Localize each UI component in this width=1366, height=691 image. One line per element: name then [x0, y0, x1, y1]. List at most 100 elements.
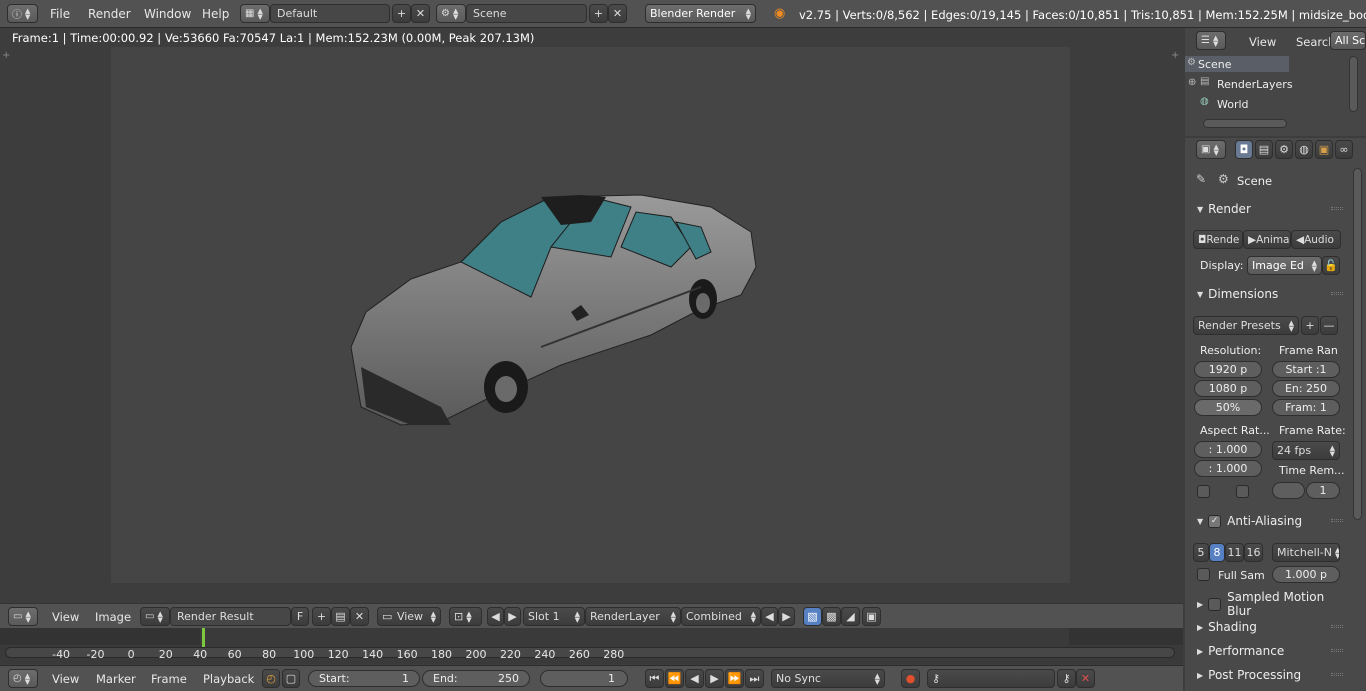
image-menu[interactable]: Image: [95, 610, 131, 624]
add-layout-button[interactable]: +: [392, 4, 411, 23]
frame-end-field[interactable]: En: 250: [1272, 380, 1340, 397]
jump-start-icon[interactable]: ⏮: [645, 669, 664, 688]
resolution-percentage-slider[interactable]: 50%: [1194, 399, 1262, 416]
drag-grip-icon[interactable]: [1331, 649, 1343, 652]
slot-select[interactable]: Slot 1 ▲ ▼: [523, 607, 585, 626]
outliner-item-world[interactable]: World: [1217, 98, 1249, 111]
current-frame-field[interactable]: 1: [540, 670, 628, 687]
next-keyframe-icon[interactable]: ⏩: [725, 669, 744, 688]
sync-mode-select[interactable]: No Sync ▲ ▼: [771, 669, 885, 688]
outliner-h-scrollbar[interactable]: [1203, 119, 1287, 128]
play-reverse-icon[interactable]: ◀: [685, 669, 704, 688]
insert-keyframe-button[interactable]: ⚷: [1057, 669, 1076, 688]
timeline-scrollbar[interactable]: [5, 647, 1175, 658]
aa-samples-8[interactable]: 8: [1209, 543, 1225, 562]
scene-icon-button[interactable]: ⚙ ▲ ▼: [436, 4, 466, 23]
aa-samples-5[interactable]: 5: [1193, 543, 1209, 562]
render-audio-button[interactable]: ◀ Audio: [1291, 230, 1341, 249]
timeline-view-menu[interactable]: View: [52, 672, 79, 686]
timeline-playback-menu[interactable]: Playback: [203, 672, 254, 686]
frame-start-field[interactable]: Start :1: [1272, 361, 1340, 378]
time-remap-old-field[interactable]: [1272, 482, 1305, 499]
lock-range-button[interactable]: ▢: [282, 669, 300, 688]
performance-panel-header[interactable]: ▶ Performance: [1185, 640, 1351, 662]
menu-help[interactable]: Help: [202, 7, 229, 21]
constraints-tab-icon[interactable]: ∞: [1335, 140, 1353, 159]
render-pass-select[interactable]: Combined ▲ ▼: [681, 607, 761, 626]
resolution-x-field[interactable]: 1920 p: [1194, 361, 1262, 378]
aspect-x-field[interactable]: : 1.000: [1194, 441, 1262, 458]
frame-start-field[interactable]: Start: 1: [308, 670, 420, 687]
menu-file[interactable]: File: [50, 7, 70, 21]
timeline-playhead[interactable]: [202, 628, 205, 647]
lock-interface-button[interactable]: 🔓: [1322, 256, 1340, 275]
preview-range-button[interactable]: ◴: [262, 669, 280, 688]
pivot-select[interactable]: ⊡ ▲ ▼: [449, 607, 482, 626]
view-toggle-button[interactable]: ▣: [862, 607, 881, 626]
render-presets-select[interactable]: Render Presets ▲ ▼: [1193, 316, 1299, 335]
keying-set-field[interactable]: ⚷: [927, 669, 1055, 688]
remove-preset-button[interactable]: —: [1320, 316, 1338, 335]
outliner-editor-type-button[interactable]: ☰ ▲ ▼: [1196, 31, 1226, 50]
aa-samples-16[interactable]: 16: [1244, 543, 1263, 562]
scene-field[interactable]: Scene: [466, 4, 587, 23]
render-layer-select[interactable]: RenderLayer ▲ ▼: [585, 607, 681, 626]
drag-grip-icon[interactable]: [1331, 519, 1343, 522]
next-pass-button[interactable]: ▶: [778, 607, 795, 626]
world-tab-icon[interactable]: ◍: [1295, 140, 1313, 159]
render-panel-header[interactable]: ▼ Render: [1185, 198, 1351, 220]
unlink-image-button[interactable]: ✕: [350, 607, 369, 626]
outliner-item-scene[interactable]: Scene: [1198, 58, 1232, 71]
time-remap-new-field[interactable]: 1: [1306, 482, 1340, 499]
drag-grip-icon[interactable]: [1331, 292, 1343, 295]
fake-user-button[interactable]: F: [291, 607, 309, 626]
image-view-menu[interactable]: View: [52, 610, 79, 624]
render-tab-camera-icon[interactable]: ◘: [1235, 140, 1253, 159]
render-engine-select[interactable]: Blender Render ▲ ▼: [645, 4, 756, 23]
remove-layout-button[interactable]: ✕: [411, 4, 430, 23]
render-image-button[interactable]: ◘ Rende: [1193, 230, 1243, 249]
remove-scene-button[interactable]: ✕: [608, 4, 627, 23]
aa-filter-select[interactable]: Mitchell-N ▲ ▼: [1272, 543, 1340, 562]
dimensions-panel-header[interactable]: ▼ Dimensions: [1185, 283, 1351, 305]
add-preset-button[interactable]: +: [1301, 316, 1319, 335]
menu-window[interactable]: Window: [144, 7, 191, 21]
draw-zbuffer-button[interactable]: ◢: [841, 607, 860, 626]
add-scene-button[interactable]: +: [589, 4, 608, 23]
full-sample-checkbox[interactable]: [1197, 568, 1210, 581]
border-checkbox[interactable]: [1197, 485, 1210, 498]
render-layers-tab-icon[interactable]: ▤: [1255, 140, 1273, 159]
drag-grip-icon[interactable]: [1331, 625, 1343, 628]
frame-step-field[interactable]: Fram: 1: [1272, 399, 1340, 416]
resolution-y-field[interactable]: 1080 p: [1194, 380, 1262, 397]
motion-blur-checkbox[interactable]: [1208, 597, 1222, 611]
outliner-view-menu[interactable]: View: [1249, 35, 1276, 49]
frame-rate-select[interactable]: 24 fps ▲ ▼: [1272, 441, 1340, 460]
drag-grip-icon[interactable]: [1331, 207, 1343, 210]
properties-scrollbar[interactable]: [1353, 168, 1362, 520]
frame-end-field[interactable]: End: 250: [422, 670, 530, 687]
post-processing-panel-header[interactable]: ▶ Post Processing: [1185, 664, 1351, 686]
new-image-button[interactable]: +: [312, 607, 331, 626]
crop-checkbox[interactable]: [1236, 485, 1249, 498]
browse-image-button[interactable]: ▭ ▲ ▼: [140, 607, 170, 626]
outliner-v-scrollbar[interactable]: [1349, 56, 1358, 112]
next-slot-button[interactable]: ▶: [504, 607, 521, 626]
timeline-marker-menu[interactable]: Marker: [96, 672, 136, 686]
display-select[interactable]: Image Ed ▲ ▼: [1247, 256, 1322, 275]
antialiasing-panel-header[interactable]: ▼ ✓ Anti-Aliasing: [1185, 510, 1351, 532]
area-split-icon[interactable]: +: [1171, 50, 1179, 61]
menu-render[interactable]: Render: [88, 7, 131, 21]
editor-type-info-button[interactable]: ⓘ ▲ ▼: [7, 4, 38, 23]
drag-grip-icon[interactable]: [1331, 673, 1343, 676]
aa-samples-11[interactable]: 11: [1225, 543, 1244, 562]
view-mode-select[interactable]: ▭ View ▲ ▼: [377, 607, 441, 626]
prev-keyframe-icon[interactable]: ⏪: [665, 669, 684, 688]
expand-icon[interactable]: ⊕: [1188, 77, 1196, 88]
motion-blur-panel-header[interactable]: ▶ Sampled Motion Blur: [1185, 590, 1351, 618]
object-tab-icon[interactable]: ▣: [1315, 140, 1333, 159]
delete-keyframe-button[interactable]: ✕: [1076, 669, 1095, 688]
scene-tab-icon[interactable]: ⚙: [1275, 140, 1293, 159]
prev-slot-button[interactable]: ◀: [487, 607, 504, 626]
open-image-button[interactable]: ▤: [331, 607, 350, 626]
